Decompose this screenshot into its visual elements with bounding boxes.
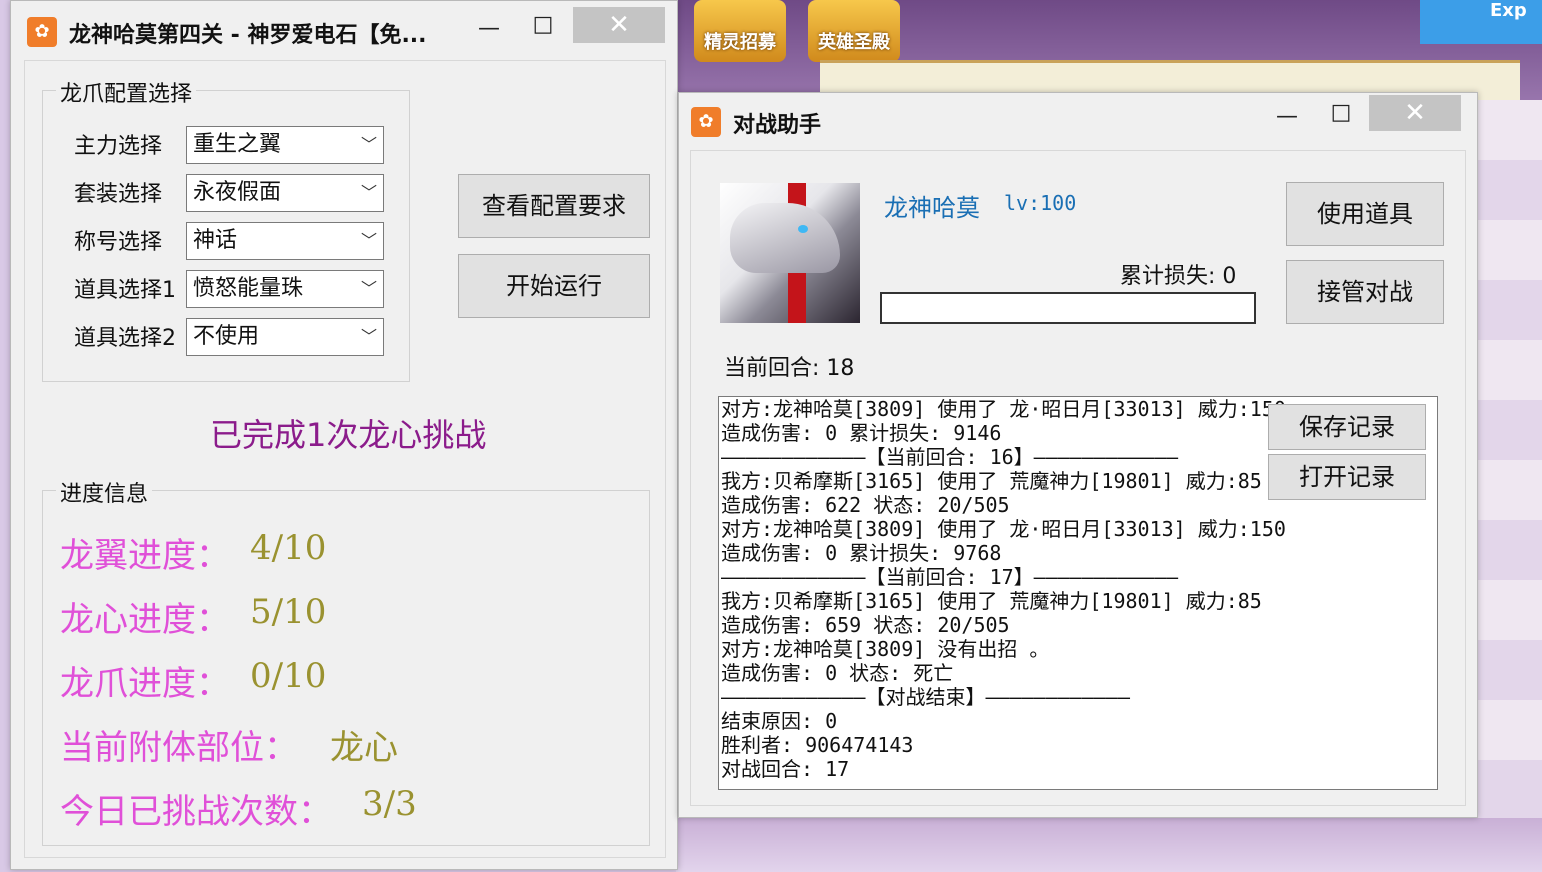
heart-progress-value: 5/10: [250, 592, 327, 632]
boss-hp-bar: [880, 292, 1256, 324]
chevron-down-icon: ﹀: [360, 327, 377, 346]
maximize-button[interactable]: □: [519, 7, 567, 43]
log-line: 对方:龙神哈莫[3809] 使用了 龙·昭日月[33013] 威力:150: [721, 517, 1286, 541]
config-titlebar[interactable]: ✿ 龙神哈莫第四关 - 神罗爱电石【免... — □ ✕: [11, 1, 677, 59]
daily-challenges-value: 3/3: [362, 784, 417, 824]
log-line: 胜利者: 906474143: [721, 733, 914, 757]
current-part-value: 龙心: [330, 728, 398, 768]
chevron-down-icon: ﹀: [360, 183, 377, 202]
title-select[interactable]: 神话 ﹀: [186, 222, 384, 260]
battle-window-title: 对战助手: [733, 113, 822, 138]
title-label: 称号选择: [74, 230, 163, 255]
chevron-down-icon: ﹀: [360, 279, 377, 298]
game-floor: [676, 818, 1542, 872]
progress-group-title: 进度信息: [56, 476, 153, 508]
current-round: 当前回合: 18: [724, 356, 855, 381]
takeover-battle-button[interactable]: 接管对战: [1286, 260, 1444, 324]
minimize-button[interactable]: —: [1263, 99, 1311, 135]
group-title: 龙爪配置选择: [56, 76, 197, 108]
daily-challenges-label: 今日已挑战次数：: [60, 792, 332, 832]
main-pet-label: 主力选择: [74, 134, 163, 159]
status-message: 已完成1次龙心挑战: [210, 416, 487, 454]
main-pet-select[interactable]: 重生之翼 ﹀: [186, 126, 384, 164]
wing-progress-value: 4/10: [250, 528, 327, 568]
heart-progress-label: 龙心进度：: [60, 600, 230, 640]
close-button[interactable]: ✕: [1369, 95, 1461, 131]
close-button[interactable]: ✕: [573, 7, 665, 43]
log-line: 造成伤害: 0 累计损失: 9768: [721, 541, 1002, 565]
item1-select[interactable]: 愤怒能量珠 ﹀: [186, 270, 384, 308]
item1-value: 愤怒能量珠: [193, 276, 304, 301]
log-line: ————————————【当前回合: 17】————————————: [721, 565, 1179, 589]
log-line: 造成伤害: 0 状态: 死亡: [721, 661, 954, 685]
app-icon: ✿: [691, 107, 721, 137]
chevron-down-icon: ﹀: [360, 231, 377, 250]
item1-label: 道具选择1: [74, 278, 176, 303]
current-part-label: 当前附体部位：: [60, 728, 298, 768]
item2-value: 不使用: [193, 324, 260, 349]
app-icon: ✿: [27, 17, 57, 47]
claw-progress-value: 0/10: [250, 656, 327, 696]
item2-label: 道具选择2: [74, 326, 176, 351]
maximize-button[interactable]: □: [1317, 95, 1365, 131]
log-line: 对战回合: 17: [721, 757, 850, 781]
claw-progress-label: 龙爪进度：: [60, 664, 230, 704]
config-window-title: 龙神哈莫第四关 - 神罗爱电石【免...: [69, 23, 427, 48]
battle-titlebar[interactable]: ✿ 对战助手 — □ ✕: [679, 93, 1477, 151]
minimize-button[interactable]: —: [465, 11, 513, 47]
view-config-button[interactable]: 查看配置要求: [458, 174, 650, 238]
chevron-down-icon: ﹀: [360, 135, 377, 154]
game-recruit-button[interactable]: 精灵招募: [694, 0, 786, 62]
log-line: 造成伤害: 659 状态: 20/505: [721, 613, 1010, 637]
wing-progress-label: 龙翼进度：: [60, 536, 230, 576]
boss-level: lv:100: [1004, 191, 1077, 215]
suit-label: 套装选择: [74, 182, 163, 207]
save-log-button[interactable]: 保存记录: [1268, 404, 1426, 450]
log-line: 我方:贝希摩斯[3165] 使用了 荒魔神力[19801] 威力:85: [721, 589, 1262, 613]
suit-select[interactable]: 永夜假面 ﹀: [186, 174, 384, 212]
game-hero-hall-button[interactable]: 英雄圣殿: [808, 0, 900, 62]
log-line: 对方:龙神哈莫[3809] 没有出招 。: [721, 637, 1050, 661]
log-line: 结束原因: 0: [721, 709, 838, 733]
suit-value: 永夜假面: [193, 180, 282, 205]
boss-avatar: [720, 183, 860, 323]
title-value: 神话: [193, 228, 238, 253]
start-button[interactable]: 开始运行: [458, 254, 650, 318]
boss-name: 龙神哈莫: [884, 194, 980, 222]
main-pet-value: 重生之翼: [193, 132, 282, 157]
open-log-button[interactable]: 打开记录: [1268, 454, 1426, 500]
game-side-panel: [1476, 100, 1542, 820]
game-exp-badge: Exp: [1420, 0, 1542, 44]
cumulative-loss: 累计损失: 0: [1120, 264, 1237, 289]
log-line: ————————————【对战结束】————————————: [721, 685, 1130, 709]
use-item-button[interactable]: 使用道具: [1286, 182, 1444, 246]
item2-select[interactable]: 不使用 ﹀: [186, 318, 384, 356]
